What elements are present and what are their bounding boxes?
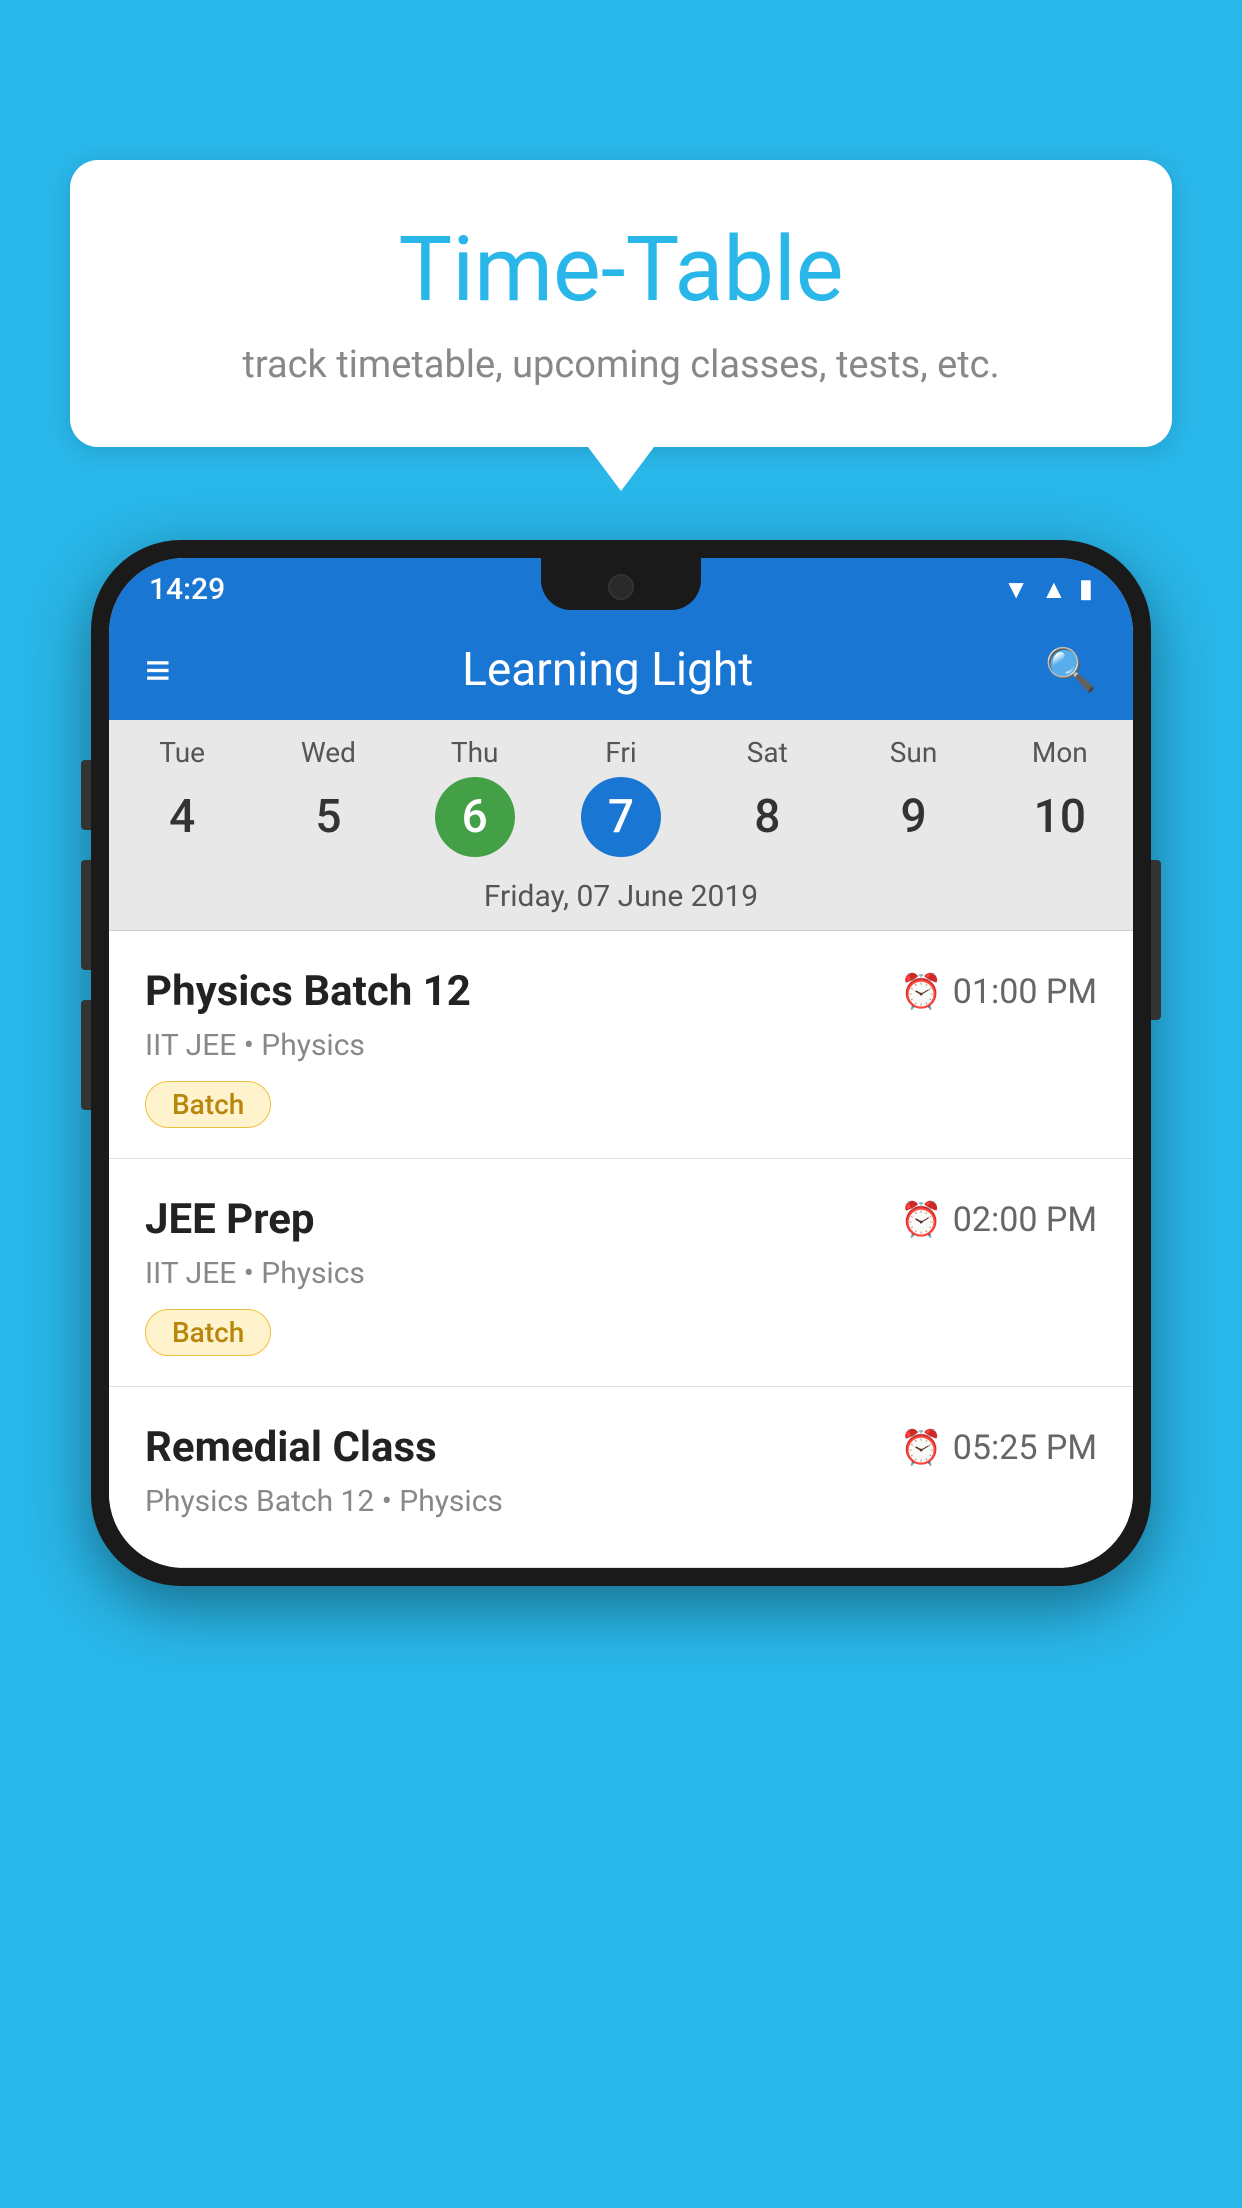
calendar-day-4[interactable]: Tue 4 <box>109 736 255 857</box>
calendar-day-7[interactable]: Fri 7 <box>548 736 694 857</box>
cal-day-label: Thu <box>402 736 548 769</box>
class-item-2[interactable]: Remedial Class ⏰ 05:25 PM Physics Batch … <box>109 1387 1133 1568</box>
wifi-icon: ▼ <box>1003 574 1029 605</box>
phone-mockup: 14:29 ▼ ▲ ▮ ≡ Learning Light 🔍 Tue 4 Wed… <box>91 540 1151 1586</box>
cal-day-label: Wed <box>255 736 401 769</box>
status-time: 14:29 <box>149 572 225 607</box>
class-meta: IIT JEE • Physics <box>145 1256 1097 1291</box>
class-meta: Physics Batch 12 • Physics <box>145 1484 1097 1519</box>
calendar-day-8[interactable]: Sat 8 <box>694 736 840 857</box>
signal-icon: ▲ <box>1041 574 1067 605</box>
cal-day-number: 8 <box>727 777 807 857</box>
calendar-day-6[interactable]: Thu 6 <box>402 736 548 857</box>
phone-btn-vol-down1 <box>81 860 91 970</box>
cal-day-number: 9 <box>874 777 954 857</box>
phone-outer: 14:29 ▼ ▲ ▮ ≡ Learning Light 🔍 Tue 4 Wed… <box>91 540 1151 1586</box>
search-icon[interactable]: 🔍 <box>1045 646 1097 695</box>
batch-badge: Batch <box>145 1081 271 1128</box>
class-name: Remedial Class <box>145 1423 437 1472</box>
app-bar: ≡ Learning Light 🔍 <box>109 620 1133 720</box>
speech-bubble: Time-Table track timetable, upcoming cla… <box>70 160 1172 447</box>
class-list: Physics Batch 12 ⏰ 01:00 PM IIT JEE • Ph… <box>109 931 1133 1568</box>
calendar-day-9[interactable]: Sun 9 <box>840 736 986 857</box>
class-item-0[interactable]: Physics Batch 12 ⏰ 01:00 PM IIT JEE • Ph… <box>109 931 1133 1159</box>
bubble-title: Time-Table <box>120 220 1122 319</box>
cal-day-number: 4 <box>142 777 222 857</box>
phone-btn-power <box>1151 860 1161 1020</box>
cal-day-number: 7 <box>581 777 661 857</box>
selected-date-label: Friday, 07 June 2019 <box>109 865 1133 931</box>
clock-icon: ⏰ <box>900 1428 942 1468</box>
app-bar-title: Learning Light <box>201 643 1015 697</box>
status-icons: ▼ ▲ ▮ <box>1003 574 1093 605</box>
calendar-week-row: Tue 4 Wed 5 Thu 6 Fri 7 Sat 8 Sun 9 Mon … <box>109 720 1133 865</box>
bubble-subtitle: track timetable, upcoming classes, tests… <box>120 339 1122 392</box>
cal-day-label: Mon <box>987 736 1133 769</box>
class-meta: IIT JEE • Physics <box>145 1028 1097 1063</box>
cal-day-number: 10 <box>1020 777 1100 857</box>
phone-screen: 14:29 ▼ ▲ ▮ ≡ Learning Light 🔍 Tue 4 Wed… <box>109 558 1133 1568</box>
phone-btn-vol-down2 <box>81 1000 91 1110</box>
class-time: ⏰ 01:00 PM <box>900 972 1097 1012</box>
clock-icon: ⏰ <box>900 1200 942 1240</box>
calendar-day-10[interactable]: Mon 10 <box>987 736 1133 857</box>
cal-day-number: 5 <box>288 777 368 857</box>
phone-notch <box>541 558 701 610</box>
phone-btn-vol-up <box>81 760 91 830</box>
class-item-header: JEE Prep ⏰ 02:00 PM <box>145 1195 1097 1244</box>
speech-bubble-container: Time-Table track timetable, upcoming cla… <box>70 160 1172 447</box>
calendar-day-5[interactable]: Wed 5 <box>255 736 401 857</box>
cal-day-label: Tue <box>109 736 255 769</box>
battery-icon: ▮ <box>1079 574 1093 604</box>
class-name: JEE Prep <box>145 1195 315 1244</box>
cal-day-label: Sun <box>840 736 986 769</box>
class-time: ⏰ 02:00 PM <box>900 1200 1097 1240</box>
class-item-header: Remedial Class ⏰ 05:25 PM <box>145 1423 1097 1472</box>
cal-day-label: Fri <box>548 736 694 769</box>
batch-badge: Batch <box>145 1309 271 1356</box>
menu-icon[interactable]: ≡ <box>145 648 171 692</box>
class-item-1[interactable]: JEE Prep ⏰ 02:00 PM IIT JEE • Physics Ba… <box>109 1159 1133 1387</box>
class-time: ⏰ 05:25 PM <box>900 1428 1097 1468</box>
cal-day-number: 6 <box>435 777 515 857</box>
phone-camera <box>608 574 634 600</box>
class-name: Physics Batch 12 <box>145 967 471 1016</box>
class-item-header: Physics Batch 12 ⏰ 01:00 PM <box>145 967 1097 1016</box>
cal-day-label: Sat <box>694 736 840 769</box>
clock-icon: ⏰ <box>900 972 942 1012</box>
